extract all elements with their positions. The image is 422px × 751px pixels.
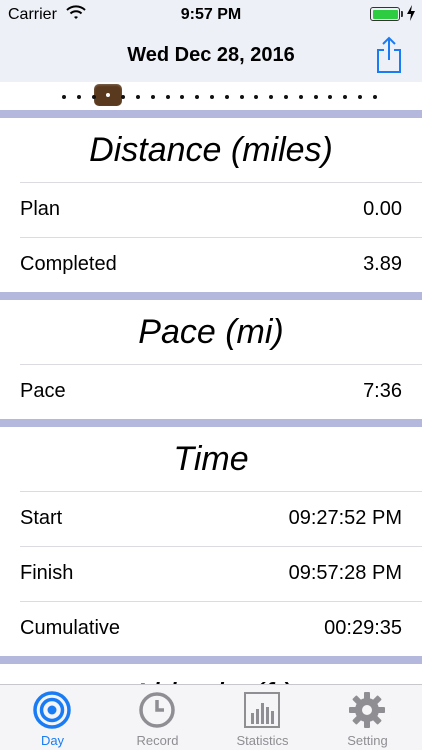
- page-indicator[interactable]: [0, 82, 422, 110]
- tab-label: Statistics: [236, 733, 289, 748]
- page-dot[interactable]: [77, 95, 81, 99]
- section-title-time: Time: [173, 440, 249, 478]
- tab-day[interactable]: Day: [0, 685, 105, 751]
- page-dot[interactable]: [284, 95, 288, 99]
- day-detail[interactable]: Distance (miles) Plan 0.00 Completed 3.8…: [0, 110, 422, 684]
- page-dot[interactable]: [254, 95, 258, 99]
- row-pace: Pace 7:36: [0, 364, 422, 419]
- row-start: Start 09:27:52 PM: [0, 491, 422, 546]
- row-label: Plan: [20, 198, 61, 220]
- clock-icon: [139, 692, 175, 728]
- page-dot[interactable]: [121, 95, 125, 99]
- page-dot[interactable]: [373, 95, 377, 99]
- section-title-distance: Distance (miles): [89, 131, 333, 169]
- section-divider: [0, 419, 422, 427]
- page-dot[interactable]: [210, 95, 214, 99]
- tab-label: Record: [136, 733, 179, 748]
- page-dot[interactable]: [62, 95, 66, 99]
- gear-icon: [349, 692, 385, 728]
- section-title-pace: Pace (mi): [138, 313, 284, 351]
- status-time: 9:57 PM: [180, 6, 242, 23]
- section-divider: [0, 656, 422, 664]
- row-cumulative: Cumulative 00:29:35: [0, 601, 422, 656]
- tab-statistics[interactable]: Statistics: [210, 685, 315, 751]
- row-value: 00:29:35: [324, 617, 402, 639]
- page-dot[interactable]: [328, 95, 332, 99]
- bar-chart-icon: [244, 692, 280, 728]
- page-dot[interactable]: [195, 95, 199, 99]
- status-bar: Carrier 9:57 PM: [0, 0, 422, 30]
- nav-bar: Wed Dec 28, 2016: [0, 30, 422, 82]
- row-value: 09:27:52 PM: [288, 507, 402, 529]
- page-dot[interactable]: [151, 95, 155, 99]
- tab-label: Day: [40, 733, 65, 748]
- row-plan: Plan 0.00: [0, 182, 422, 237]
- page-dot[interactable]: [92, 95, 96, 99]
- row-label: Completed: [20, 253, 117, 275]
- row-label: Cumulative: [20, 617, 121, 639]
- page-dot[interactable]: [225, 95, 229, 99]
- row-label: Start: [20, 507, 63, 529]
- row-value: 7:36: [363, 380, 402, 402]
- page-indicator-current[interactable]: [94, 84, 122, 106]
- page-dot[interactable]: [269, 95, 273, 99]
- row-value: 09:57:28 PM: [288, 562, 402, 584]
- section-divider: [0, 110, 422, 118]
- section-title-altitude: Altitude (ft): [0, 664, 422, 684]
- row-completed: Completed 3.89: [0, 237, 422, 292]
- charging-bolt-icon: [407, 5, 415, 21]
- section-divider: [0, 292, 422, 300]
- target-icon: [33, 691, 71, 729]
- page-dot[interactable]: [180, 95, 184, 99]
- page-dot[interactable]: [240, 95, 244, 99]
- page-dot[interactable]: [136, 95, 140, 99]
- row-finish: Finish 09:57:28 PM: [0, 546, 422, 601]
- page-title: Wed Dec 28, 2016: [127, 44, 295, 66]
- share-icon[interactable]: [374, 36, 404, 74]
- tab-record[interactable]: Record: [105, 685, 210, 751]
- page-dot[interactable]: [314, 95, 318, 99]
- page-dot[interactable]: [166, 95, 170, 99]
- row-label: Finish: [20, 562, 74, 584]
- tab-label: Setting: [347, 733, 388, 748]
- page-dot[interactable]: [299, 95, 303, 99]
- page-dot[interactable]: [343, 95, 347, 99]
- page-dot[interactable]: [358, 95, 362, 99]
- battery-icon: [370, 7, 403, 21]
- row-value: 0.00: [363, 198, 402, 220]
- tab-bar: Day Record Statistics Setting: [0, 684, 422, 750]
- row-value: 3.89: [363, 253, 402, 275]
- tab-setting[interactable]: Setting: [315, 685, 420, 751]
- row-label: Pace: [20, 380, 66, 402]
